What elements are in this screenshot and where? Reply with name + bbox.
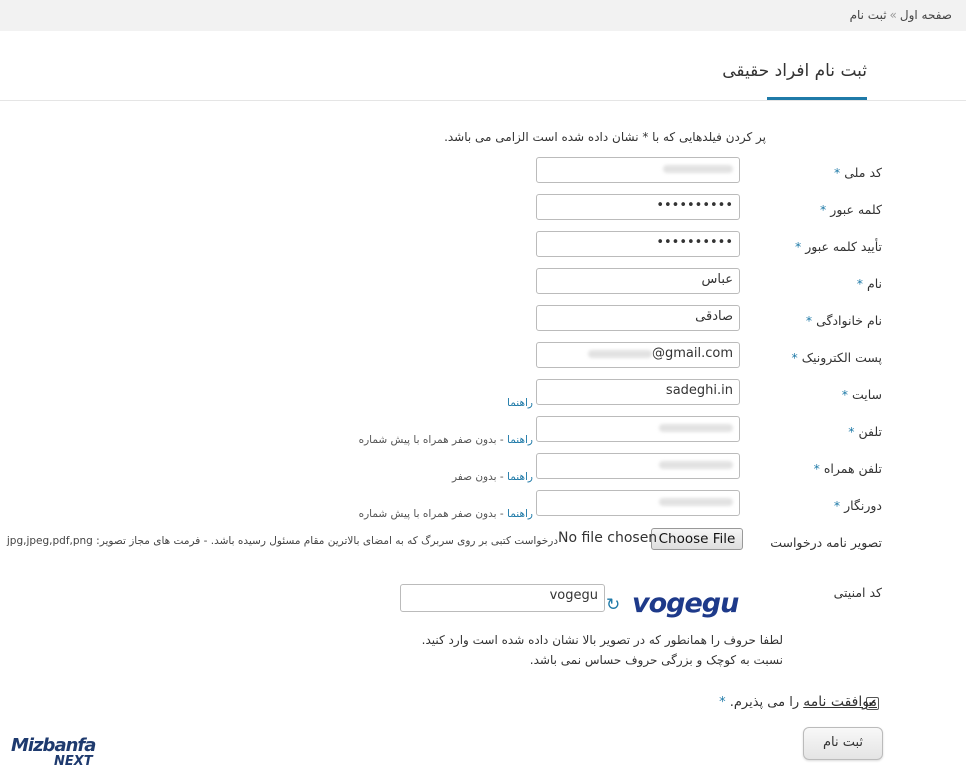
mobile-input[interactable] [536, 453, 740, 479]
email-label: پست الکترونیک * [791, 350, 882, 365]
logo: Mizbanfa [11, 735, 96, 756]
password-confirm-input[interactable]: •••••••••• [536, 231, 740, 257]
divider [0, 100, 966, 101]
email-input[interactable]: @gmail.com [536, 342, 740, 368]
mobile-hint: راهنما - بدون صفر [451, 471, 533, 483]
password-input[interactable]: •••••••••• [536, 194, 740, 220]
breadcrumb-bar [0, 0, 966, 31]
phone-label: تلفن * [848, 424, 882, 439]
website-input[interactable]: sadeghi.in [536, 379, 740, 405]
website-hint: راهنما [507, 397, 533, 409]
fax-help-link[interactable]: راهنما [507, 508, 533, 520]
last-name-input[interactable]: صادقی [536, 305, 740, 331]
national-code-input[interactable] [536, 157, 740, 183]
logo-sub: NEXT [54, 754, 93, 769]
request-letter-label: تصویر نامه درخواست [770, 535, 882, 550]
fax-label: دورنگار * [833, 498, 882, 513]
breadcrumb-home[interactable]: صفحه اول [900, 8, 952, 22]
file-status: No file chosen [558, 530, 658, 546]
page-title: ثبت نام افراد حقیقی [722, 61, 867, 81]
captcha-image: vogegu [632, 588, 739, 619]
password-label: کلمه عبور * [820, 202, 882, 217]
phone-input[interactable] [536, 416, 740, 442]
phone-hint: راهنما - بدون صفر همراه با پیش شماره [358, 434, 533, 446]
first-name-label: نام * [856, 276, 882, 291]
agreement-text: موافقت نامه را می پذیرم. * [719, 694, 877, 710]
breadcrumb: صفحه اول»ثبت نام [850, 8, 952, 22]
mobile-help-link[interactable]: راهنما [507, 471, 533, 483]
national-code-label: کد ملی * [834, 165, 882, 180]
agreement-link[interactable]: موافقت نامه [803, 694, 877, 710]
captcha-message-line2: نسبت به کوچک و بزرگی حروف حساس نمی باشد. [529, 653, 783, 667]
website-label: سایت * [841, 387, 882, 402]
refresh-icon[interactable]: ↻ [606, 595, 620, 615]
password-confirm-label: تأیید کلمه عبور * [794, 239, 882, 254]
required-note: پر کردن فیلدهایی که با * نشان داده شده ا… [444, 130, 766, 144]
breadcrumb-current: ثبت نام [849, 8, 887, 22]
captcha-message-line1: لطفا حروف را همانطور که در تصویر بالا نش… [421, 633, 783, 647]
fax-input[interactable] [536, 490, 740, 516]
mobile-label: تلفن همراه * [813, 461, 882, 476]
file-note: درخواست کتبی بر روی سربرگ که به امضای با… [6, 535, 558, 547]
fax-hint: راهنما - بدون صفر همراه با پیش شماره [358, 508, 533, 520]
submit-button[interactable]: ثبت نام [803, 727, 883, 760]
last-name-label: نام خانوادگی * [805, 313, 882, 328]
captcha-input[interactable]: vogegu [400, 584, 605, 612]
breadcrumb-separator: » [889, 8, 897, 22]
phone-help-link[interactable]: راهنما [507, 434, 533, 446]
captcha-label: کد امنیتی [833, 585, 882, 600]
choose-file-button[interactable]: Choose File [651, 528, 743, 550]
website-help-link[interactable]: راهنما [507, 397, 533, 409]
first-name-input[interactable]: عباس [536, 268, 740, 294]
captcha-message: لطفا حروف را همانطور که در تصویر بالا نش… [422, 630, 783, 670]
